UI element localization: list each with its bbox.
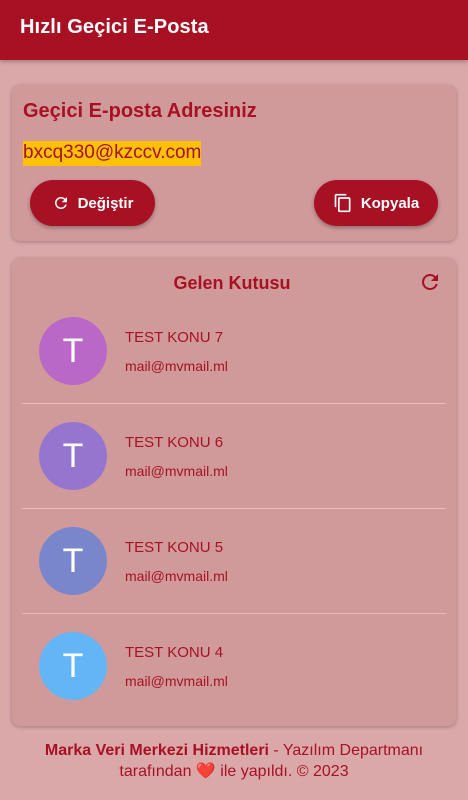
email-card: Geçici E-posta Adresiniz bxcq330@kzccv.c… <box>12 85 456 241</box>
message-item[interactable]: T TEST KONU 4 mail@mvmail.ml <box>22 632 446 737</box>
inbox-heading: Gelen Kutusu <box>173 273 291 293</box>
footer-text-1: - Yazılım Departmanı <box>268 742 424 759</box>
heart-icon: ❤️ <box>195 763 216 780</box>
divider <box>22 403 446 404</box>
copy-button[interactable]: Kopyala <box>314 180 438 226</box>
message-sender: mail@mvmail.ml <box>125 358 228 374</box>
message-item[interactable]: T TEST KONU 5 mail@mvmail.ml <box>22 527 446 632</box>
app-bar: Hızlı Geçici E-Posta <box>0 0 468 60</box>
inbox-card: Gelen Kutusu T TEST KONU 7 mail@mvmail.m… <box>12 258 456 726</box>
inbox-refresh-icon[interactable] <box>418 270 442 294</box>
avatar: T <box>39 422 107 490</box>
footer-brand: Marka Veri Merkezi Hizmetleri <box>44 742 269 759</box>
divider <box>22 613 446 614</box>
divider <box>22 508 446 509</box>
copy-icon <box>334 193 351 213</box>
copy-button-label: Kopyala <box>360 194 420 212</box>
footer-text-3: ile yapıldı. © 2023 <box>215 763 349 780</box>
message-sender: mail@mvmail.ml <box>125 568 228 584</box>
change-button-label: Değiştir <box>77 194 134 212</box>
email-address[interactable]: bxcq330@kzccv.com <box>23 141 202 166</box>
footer-text-2: tarafından <box>119 763 196 780</box>
footer: Marka Veri Merkezi Hizmetleri - Yazılım … <box>0 740 468 782</box>
message-item[interactable]: T TEST KONU 6 mail@mvmail.ml <box>22 422 446 527</box>
avatar: T <box>39 527 107 595</box>
message-sender: mail@mvmail.ml <box>125 463 228 479</box>
message-item[interactable]: T TEST KONU 7 mail@mvmail.ml <box>22 317 446 422</box>
message-subject: TEST KONU 6 <box>125 434 224 451</box>
avatar: T <box>39 317 107 385</box>
avatar: T <box>39 632 107 700</box>
app-title: Hızlı Geçici E-Posta <box>20 16 209 38</box>
message-subject: TEST KONU 5 <box>125 539 224 556</box>
email-heading: Geçici E-posta Adresiniz <box>23 100 257 122</box>
message-subject: TEST KONU 4 <box>125 644 224 661</box>
message-sender: mail@mvmail.ml <box>125 673 228 689</box>
change-button[interactable]: Değiştir <box>30 180 155 226</box>
refresh-icon <box>54 197 67 209</box>
message-subject: TEST KONU 7 <box>125 329 224 346</box>
